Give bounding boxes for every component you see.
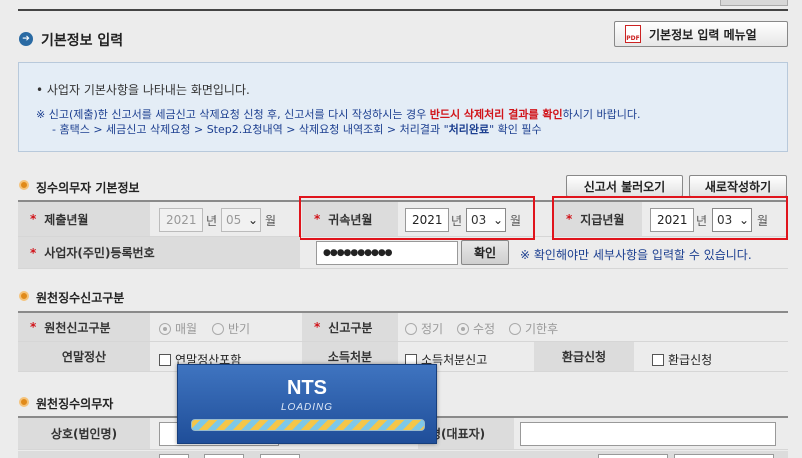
refund-checkbox[interactable]: 환급신청 — [652, 351, 712, 368]
label-company-name: 상호(법인명) — [18, 418, 150, 449]
info-line-3-tail: " 확인 필수 — [489, 123, 542, 136]
partial-input[interactable] — [598, 454, 668, 458]
partial-input[interactable] — [204, 454, 244, 458]
info-line-1: • 사업자 기본사항을 나타내는 화면입니다. — [36, 83, 250, 97]
info-line-2-emphasis: 반드시 삭제처리 결과를 확인 — [429, 108, 563, 121]
section-title-withholder-basic: 징수의무자 기본정보 — [36, 181, 140, 195]
radio-late-label: 기한후 — [525, 322, 559, 336]
loading-progress-bar — [191, 419, 425, 431]
highlight-attrib-month — [299, 196, 535, 240]
info-line-2-text: ※ 신고(제출)한 신고서를 세금신고 삭제요청 신청 후, 신고서를 다시 작… — [36, 108, 430, 121]
partial-input[interactable] — [674, 454, 774, 458]
radio-half-year-label: 반기 — [228, 322, 251, 336]
label-year-end: 연말정산 — [18, 342, 150, 371]
required-mark: * — [30, 212, 37, 226]
radio-late[interactable]: 기한후 — [509, 320, 558, 337]
loading-overlay: NTS LOADING — [177, 364, 437, 444]
biz-number-note: ※ 확인해야만 세부사항을 입력할 수 있습니다. — [520, 248, 752, 262]
radio-regular[interactable]: 정기 — [405, 320, 443, 337]
top-divider — [18, 9, 788, 11]
info-line-3-emphasis: 처리완료 — [448, 123, 490, 136]
radio-regular-label: 정기 — [421, 322, 444, 336]
section-bullet-icon — [19, 397, 29, 407]
representative-input[interactable] — [520, 422, 776, 446]
label-withholding-type: * 원천신고구분 — [18, 313, 150, 341]
required-mark: * — [30, 320, 37, 334]
checkbox-box — [159, 353, 171, 366]
section-bullet-icon — [19, 180, 29, 190]
year-unit: 년 — [206, 214, 218, 228]
radio-monthly-label: 매월 — [175, 322, 198, 336]
month-unit: 월 — [265, 214, 277, 228]
label-withholding-type-text: 원천신고구분 — [44, 320, 111, 335]
next-row — [18, 451, 788, 458]
confirm-button[interactable]: 확인 — [461, 240, 509, 265]
partial-input[interactable] — [159, 454, 189, 458]
refund-checkbox-label: 환급신청 — [668, 353, 713, 367]
manual-button[interactable]: PDF 기본정보 입력 메뉴얼 — [614, 21, 788, 47]
submit-month-select[interactable]: 05 ⌄ — [221, 208, 261, 232]
section-title-withholder: 원천징수의무자 — [36, 397, 114, 411]
loading-text: LOADING — [280, 402, 333, 413]
chevron-down-icon: ⌄ — [247, 213, 258, 227]
row-report-type: * 원천신고구분 매월 반기 * 신고구분 정기 수정 기한후 — [18, 313, 788, 342]
pdf-icon-label: PDF — [626, 35, 640, 42]
radio-monthly[interactable]: 매월 — [159, 320, 197, 337]
checkbox-box — [652, 353, 664, 366]
arrow-circle-icon: ➔ — [19, 32, 33, 46]
radio-half-year[interactable]: 반기 — [212, 320, 250, 337]
radio-circle — [405, 322, 417, 335]
info-line-3-text: - 홈택스 > 세금신고 삭제요청 > Step2.요청내역 > 삭제요청 내역… — [52, 123, 449, 136]
required-mark: * — [30, 245, 37, 260]
label-submit-month-text: 제출년월 — [44, 212, 89, 227]
partial-input[interactable] — [260, 454, 300, 458]
radio-amended[interactable]: 수정 — [457, 320, 495, 337]
label-biz-number-text: 사업자(주민)등록번호 — [44, 246, 155, 260]
radio-circle — [159, 322, 171, 335]
new-report-button[interactable]: 새로작성하기 — [689, 175, 787, 197]
top-tab-button[interactable] — [720, 0, 788, 6]
section-title-report-type: 원천징수신고구분 — [36, 291, 125, 305]
info-line-3: - 홈택스 > 세금신고 삭제요청 > Step2.요청내역 > 삭제요청 내역… — [52, 121, 542, 137]
manual-button-label: 기본정보 입력 메뉴얼 — [649, 27, 757, 42]
radio-circle — [212, 322, 224, 335]
row-biz-number: * 사업자(주민)등록번호 ●●●●●●●●●● 확인 ※ 확인해야만 세부사항을… — [18, 237, 788, 269]
section-bullet-icon — [19, 291, 29, 301]
radio-amended-label: 수정 — [473, 322, 496, 336]
page-title: 기본정보 입력 — [41, 33, 124, 49]
nts-logo-text: NTS — [287, 377, 327, 399]
radio-circle — [509, 322, 521, 335]
label-submit-month: * 제출년월 — [18, 202, 150, 236]
info-line-2-tail: 하시기 바랍니다. — [562, 108, 641, 121]
label-report-class: * 신고구분 — [302, 313, 398, 341]
submit-month-value: 05 — [226, 213, 242, 227]
load-report-button[interactable]: 신고서 불러오기 — [566, 175, 683, 197]
biz-number-input[interactable]: ●●●●●●●●●● — [316, 241, 458, 265]
pdf-icon: PDF — [625, 25, 641, 43]
label-biz-number: * 사업자(주민)등록번호 — [18, 237, 300, 268]
submit-year-input[interactable]: 2021 — [159, 208, 203, 232]
radio-circle — [457, 322, 469, 335]
required-mark: * — [314, 320, 321, 334]
highlight-pay-month — [552, 196, 788, 240]
label-report-class-text: 신고구분 — [328, 320, 373, 335]
label-refund: 환급신청 — [534, 342, 634, 371]
info-line-2: ※ 신고(제출)한 신고서를 세금신고 삭제요청 신청 후, 신고서를 다시 작… — [36, 106, 641, 122]
